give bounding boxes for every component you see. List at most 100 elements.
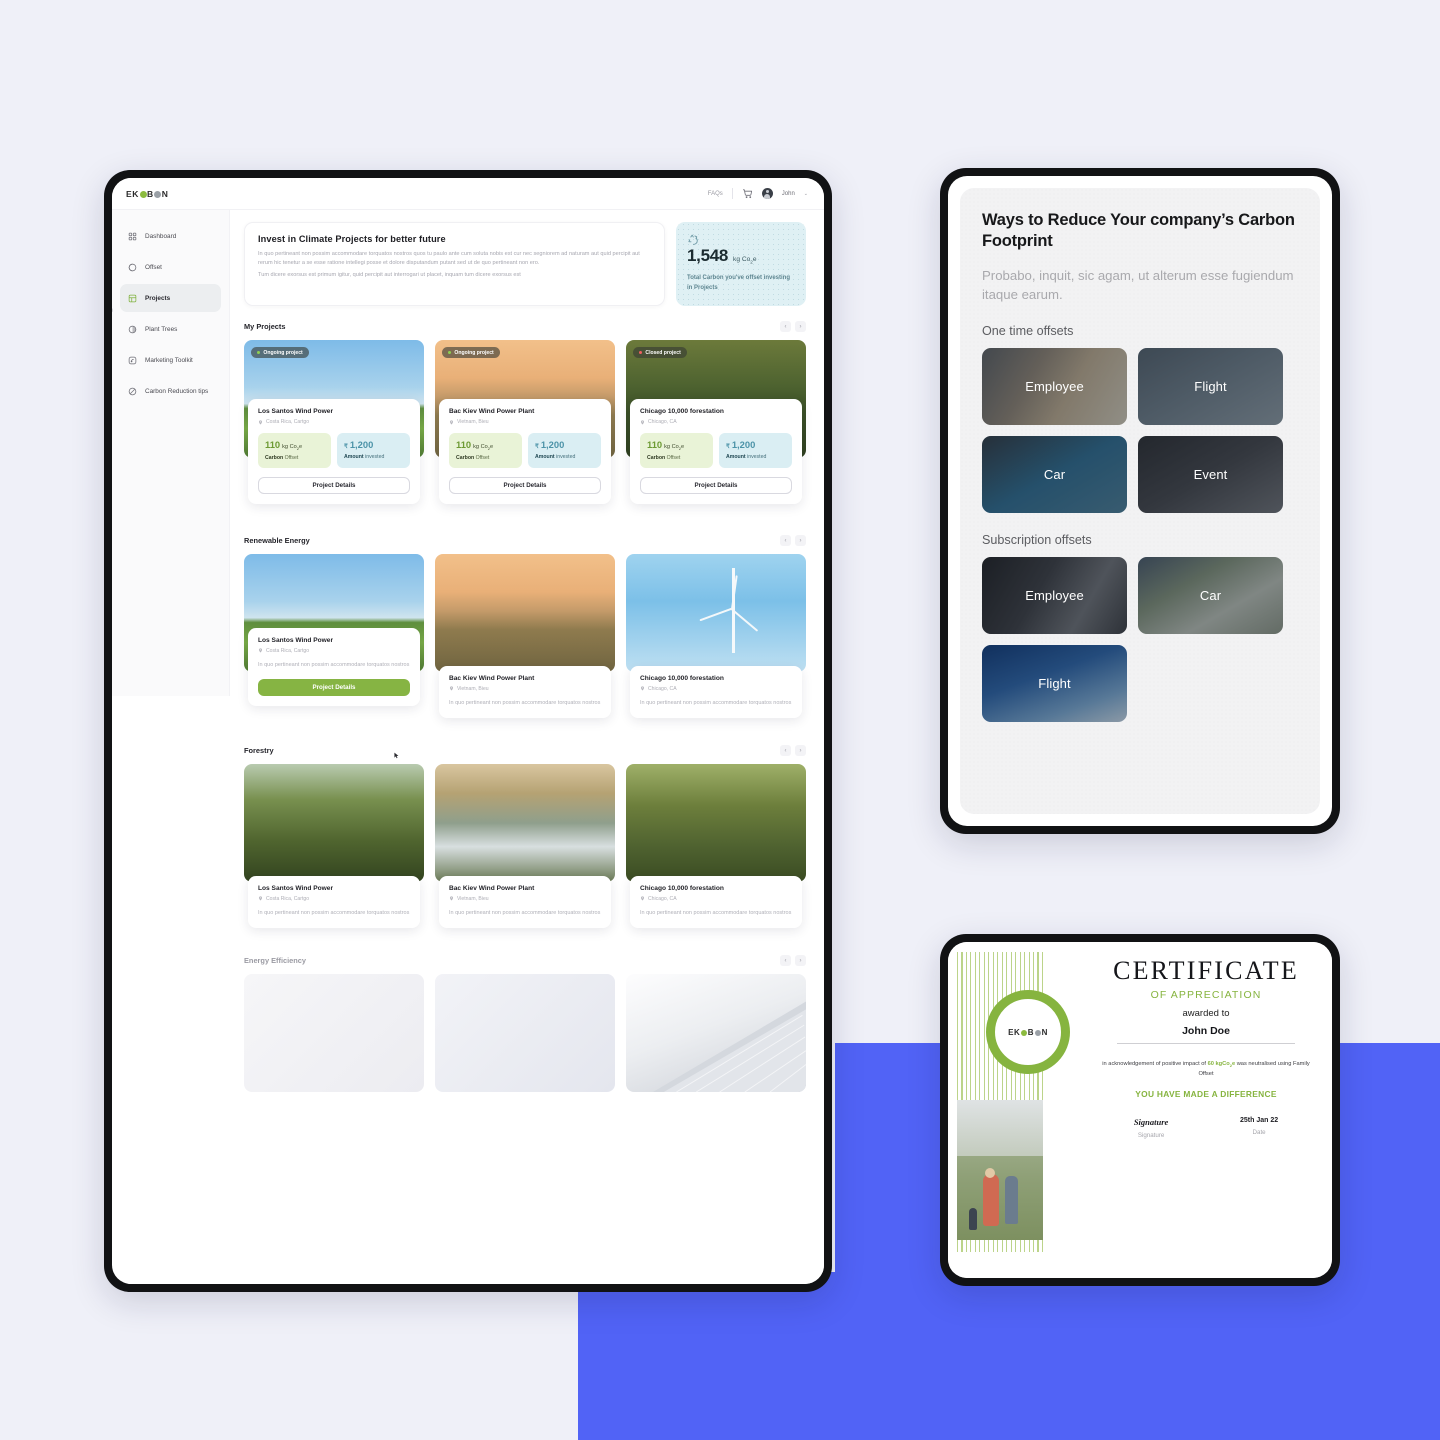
ekobon-app: EK B N FAQs John ⌄ Dashboard Offset Proj… bbox=[112, 178, 824, 1284]
carousel-arrows: ‹ › bbox=[780, 955, 806, 967]
topbar-divider bbox=[731, 188, 733, 199]
project-card[interactable]: Chicago 10,000 forestation Chicago, CA I… bbox=[626, 764, 806, 929]
metric-carbon-offset: 110 kg Co2e Carbon Offset bbox=[640, 433, 713, 469]
carousel-next-button[interactable]: › bbox=[795, 321, 806, 333]
logo-dot-grey bbox=[154, 191, 162, 198]
carousel-prev-button[interactable]: ‹ bbox=[780, 535, 791, 547]
cart-icon[interactable] bbox=[742, 188, 753, 199]
project-card-hovered[interactable]: Los Santos Wind Power Costa Rica, Cartgo… bbox=[244, 554, 424, 758]
grid-icon bbox=[128, 232, 137, 241]
carousel-next-button[interactable]: › bbox=[795, 955, 806, 967]
app-logo[interactable]: EK B N bbox=[126, 189, 169, 199]
project-name: Los Santos Wind Power bbox=[258, 636, 334, 644]
carousel-arrows: ‹ › bbox=[780, 535, 806, 547]
offset-tile-car[interactable]: Car bbox=[982, 436, 1127, 514]
certificate-subtitle: OF APPRECIATION bbox=[1150, 989, 1262, 1001]
project-card-placeholder[interactable] bbox=[626, 974, 806, 1093]
sidebar-item-marketing-toolkit[interactable]: Marketing Toolkit bbox=[120, 346, 221, 374]
pin-icon bbox=[449, 896, 454, 901]
rupee-icon: ₹ bbox=[726, 444, 730, 451]
project-location-label: Costa Rica, Cartgo bbox=[266, 419, 310, 426]
desktop-device-frame: EK B N FAQs John ⌄ Dashboard Offset Proj… bbox=[104, 170, 832, 1292]
sidebar-item-plant-trees[interactable]: Plant Trees bbox=[120, 315, 221, 343]
carousel-next-button[interactable]: › bbox=[795, 745, 806, 757]
project-metrics: 110 kg Co2e Carbon Offset ₹1,200 Amount i… bbox=[640, 433, 792, 469]
avatar[interactable] bbox=[761, 188, 773, 199]
project-name: Chicago 10,000 forestation bbox=[640, 884, 724, 892]
tile-label: Event bbox=[1193, 467, 1228, 483]
section-title: Energy Efficiency bbox=[244, 956, 307, 966]
project-card[interactable]: Chicago 10,000 forestation Chicago, CA I… bbox=[626, 554, 806, 719]
cloud-slash-icon bbox=[128, 387, 137, 396]
hero-banner: Invest in Climate Projects for better fu… bbox=[244, 222, 665, 307]
pin-icon bbox=[640, 896, 645, 901]
offset-tile-employee[interactable]: Employee bbox=[982, 348, 1127, 426]
section-header: Renewable Energy ‹ › bbox=[244, 535, 806, 547]
project-info: Chicago 10,000 forestation Chicago, CA I… bbox=[630, 665, 802, 719]
pin-icon bbox=[640, 419, 645, 425]
status-badge: Ongoing project bbox=[251, 347, 309, 359]
certificate-signature-row: Signature Signature 25th Jan 22 Date bbox=[1098, 1117, 1314, 1139]
carousel-prev-button[interactable]: ‹ bbox=[780, 745, 791, 757]
project-card[interactable]: Bac Kiev Wind Power Plant Vietnam, Bieu … bbox=[435, 764, 615, 929]
section-header: Energy Efficiency ‹ › bbox=[244, 955, 806, 967]
project-card[interactable]: Los Santos Wind Power Costa Rica, Cartgo… bbox=[244, 764, 424, 929]
project-photo bbox=[626, 554, 806, 673]
username-label: John bbox=[781, 190, 795, 197]
project-photo bbox=[244, 764, 424, 883]
project-card[interactable]: Closed project Chicago 10,000 forestatio… bbox=[626, 340, 806, 505]
project-location: Vietnam, Bieu bbox=[449, 419, 601, 425]
certificate-signature-script: Signature bbox=[1133, 1116, 1169, 1127]
project-card[interactable]: Ongoing project Bac Kiev Wind Power Plan… bbox=[435, 340, 615, 505]
project-details-button[interactable]: Project Details bbox=[640, 477, 792, 495]
carousel-prev-button[interactable]: ‹ bbox=[780, 321, 791, 333]
certificate-logo-ring: EK B N bbox=[986, 990, 1070, 1074]
project-card-list bbox=[244, 974, 806, 1093]
sidebar-item-offset[interactable]: Offset bbox=[120, 253, 221, 281]
project-details-button[interactable]: Project Details bbox=[258, 477, 410, 495]
status-badge: Closed project bbox=[633, 347, 687, 359]
project-card[interactable]: Bac Kiev Wind Power Plant Vietnam, Bieu … bbox=[435, 554, 615, 719]
subscription-tile-employee[interactable]: Employee bbox=[982, 557, 1127, 635]
project-location-label: Costa Rica, Cartgo bbox=[266, 895, 310, 902]
sidebar-item-dashboard[interactable]: Dashboard bbox=[120, 222, 221, 250]
carbon-offset-unit: kg Co2e bbox=[733, 256, 757, 265]
project-card-placeholder[interactable] bbox=[435, 974, 615, 1093]
project-metrics: 110 kg Co2e Carbon Offset ₹1,200 Amount i… bbox=[449, 433, 601, 469]
project-card[interactable]: Ongoing project Los Santos Wind Power Co… bbox=[244, 340, 424, 505]
offset-tile-event[interactable]: Event bbox=[1138, 436, 1283, 514]
carousel-next-button[interactable]: › bbox=[795, 535, 806, 547]
offset-tile-flight[interactable]: Flight bbox=[1138, 348, 1283, 426]
project-info: Bac Kiev Wind Power Plant Vietnam, Bieu … bbox=[439, 665, 611, 719]
tile-label: Flight bbox=[1038, 676, 1071, 692]
project-photo bbox=[435, 554, 615, 673]
certificate-recipient-name: John Doe bbox=[1182, 1025, 1230, 1037]
window-grid-icon bbox=[128, 294, 137, 303]
topbar-nav: FAQs John ⌄ bbox=[708, 188, 808, 199]
section-header: My Projects ‹ › bbox=[244, 321, 806, 333]
project-photo bbox=[626, 974, 806, 1093]
certificate-title: CERTIFICATE bbox=[1113, 956, 1299, 985]
tile-label: Employee bbox=[1025, 588, 1084, 604]
mouse-cursor bbox=[394, 752, 399, 759]
carousel-prev-button[interactable]: ‹ bbox=[780, 955, 791, 967]
certificate-note: in acknowledgement of positive impact of… bbox=[1102, 1061, 1310, 1077]
tile-label: Flight bbox=[1194, 379, 1227, 395]
sidebar-collapse-icon[interactable]: ◂ bbox=[112, 306, 113, 314]
metric-amount-invested: ₹1,200 Amount invested bbox=[528, 433, 601, 469]
project-card-placeholder[interactable] bbox=[244, 974, 424, 1093]
subscription-tile-car[interactable]: Car bbox=[1138, 557, 1283, 635]
faqs-link[interactable]: FAQs bbox=[708, 191, 723, 197]
hero-row: Invest in Climate Projects for better fu… bbox=[244, 222, 806, 307]
sidebar-item-projects[interactable]: Projects bbox=[120, 284, 221, 312]
sidebar-item-carbon-reduction-tips[interactable]: Carbon Reduction tips bbox=[120, 377, 221, 405]
project-details-button[interactable]: Project Details bbox=[449, 477, 601, 495]
project-description: In quo pertineant non possim accommodare… bbox=[258, 661, 410, 668]
chevron-down-icon[interactable]: ⌄ bbox=[804, 191, 808, 197]
project-location-label: Vietnam, Bieu bbox=[457, 685, 489, 692]
subscription-tile-flight[interactable]: Flight bbox=[982, 645, 1127, 723]
metric-carbon-offset: 110 kg Co2e Carbon Offset bbox=[449, 433, 522, 469]
panel-title: Ways to Reduce Your company’s Carbon Foo… bbox=[982, 211, 1295, 251]
project-details-button[interactable]: Project Details bbox=[258, 679, 410, 697]
sidebar-item-label: Projects bbox=[145, 294, 171, 302]
